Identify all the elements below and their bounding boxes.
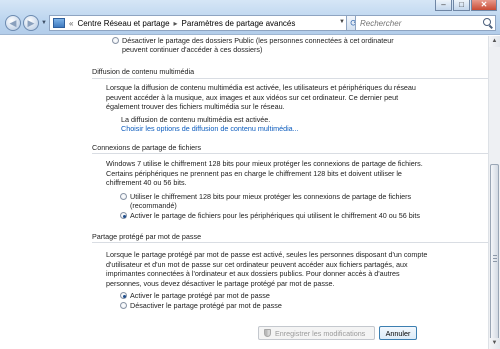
section-divider: [92, 153, 488, 154]
close-button[interactable]: ✕: [471, 0, 497, 11]
disable-password-sharing-radio[interactable]: [120, 302, 127, 309]
search-input[interactable]: [356, 16, 476, 30]
scrollbar-thumb[interactable]: [490, 164, 499, 349]
encryption-128-label-cont[interactable]: (recommandé): [130, 201, 177, 210]
network-center-icon: [53, 18, 65, 28]
back-arrow-icon: ◀: [9, 18, 17, 28]
forward-arrow-icon: ▶: [27, 18, 35, 28]
recent-pages-dropdown[interactable]: ▼: [41, 20, 47, 26]
uac-shield-icon: [264, 329, 271, 337]
enable-password-sharing-radio[interactable]: [120, 292, 127, 299]
search-box[interactable]: [355, 15, 496, 31]
maximize-button[interactable]: □: [453, 0, 470, 11]
media-desc-line: également trouver des fichiers multimédi…: [106, 102, 285, 112]
encryption-128-label[interactable]: Utiliser le chiffrement 128 bits pour mi…: [130, 192, 411, 201]
encryption-40-56-radio[interactable]: [120, 212, 127, 219]
advanced-sharing-settings: Désactiver le partage des dossiers Publi…: [0, 36, 488, 349]
connections-desc-line: chiffrement 40 ou 56 bits.: [106, 178, 187, 188]
minimize-button[interactable]: –: [435, 0, 452, 11]
file-sharing-connections-description: Windows 7 utilise le chiffrement 128 bit…: [106, 159, 423, 188]
enable-password-sharing-label[interactable]: Activer le partage protégé par mot de pa…: [130, 291, 270, 300]
media-desc-line: Lorsque la diffusion de contenu multiméd…: [106, 83, 416, 92]
password-desc-line: d'utilisateur et d'un mot de passe sur c…: [106, 259, 408, 269]
breadcrumb-separator-icon[interactable]: ▸: [174, 19, 178, 28]
thumb-grip: [493, 261, 497, 262]
cancel-label: Annuler: [385, 328, 411, 338]
encryption-128-radio[interactable]: [120, 193, 127, 200]
encryption-40-56-label[interactable]: Activer le partage de fichiers pour les …: [130, 211, 420, 220]
password-desc-line: personnes, vous devez désactiver le part…: [106, 279, 335, 289]
media-streaming-status: La diffusion de contenu multimédia est a…: [121, 115, 271, 124]
forward-button[interactable]: ▶: [23, 15, 39, 31]
password-desc-line: imprimantes connectées à l'ordinateur et…: [106, 269, 400, 279]
save-changes-button[interactable]: Enregistrer les modifications: [258, 326, 375, 340]
scroll-down-icon[interactable]: ▼: [489, 338, 500, 349]
media-streaming-section-title: Diffusion de contenu multimédia: [92, 67, 195, 76]
address-bar[interactable]: « Centre Réseau et partage ▸ Paramètres …: [49, 15, 349, 31]
vertical-scrollbar[interactable]: ▲ ▼: [488, 36, 500, 349]
disable-public-folder-sharing-radio[interactable]: [112, 37, 119, 44]
window-controls: – □ ✕: [434, 0, 497, 11]
save-changes-label: Enregistrer les modifications: [275, 328, 366, 338]
thumb-grip: [493, 258, 497, 259]
search-icon[interactable]: [483, 18, 491, 26]
scroll-up-icon[interactable]: ▲: [489, 36, 500, 47]
media-desc-line: peuvent accéder à la musique, aux images…: [106, 92, 399, 102]
breadcrumb-overflow[interactable]: «: [69, 19, 73, 28]
connections-desc-line: Windows 7 utilise le chiffrement 128 bit…: [106, 159, 423, 168]
connections-desc-line: Certains périphériques ne prennent pas e…: [106, 168, 402, 178]
section-divider: [92, 78, 488, 79]
media-streaming-description: Lorsque la diffusion de contenu multiméd…: [106, 83, 416, 112]
disable-public-folder-sharing-label[interactable]: Désactiver le partage des dossiers Publi…: [122, 36, 394, 45]
address-dropdown-icon[interactable]: ▼: [339, 19, 345, 25]
back-button[interactable]: ◀: [5, 15, 21, 31]
breadcrumb-item-advanced-sharing[interactable]: Paramètres de partage avancés: [182, 19, 296, 28]
cancel-button[interactable]: Annuler: [379, 326, 417, 340]
password-desc-line: Lorsque le partage protégé par mot de pa…: [106, 250, 428, 259]
disable-public-folder-sharing-label-cont[interactable]: peuvent continuer d'accéder à ces dossie…: [122, 45, 262, 54]
section-divider: [92, 242, 488, 243]
breadcrumb-item-network-center[interactable]: Centre Réseau et partage: [77, 19, 169, 28]
file-sharing-connections-section-title: Connexions de partage de fichiers: [92, 143, 202, 152]
password-sharing-section-title: Partage protégé par mot de passe: [92, 232, 202, 241]
disable-password-sharing-label[interactable]: Désactiver le partage protégé par mot de…: [130, 301, 282, 310]
explorer-toolbar: – □ ✕ ◀ ▶ ▼ « Centre Réseau et partage ▸…: [0, 0, 500, 35]
media-streaming-options-link[interactable]: Choisir les options de diffusion de cont…: [121, 124, 299, 133]
thumb-grip: [493, 255, 497, 256]
password-sharing-description: Lorsque le partage protégé par mot de pa…: [106, 250, 427, 289]
